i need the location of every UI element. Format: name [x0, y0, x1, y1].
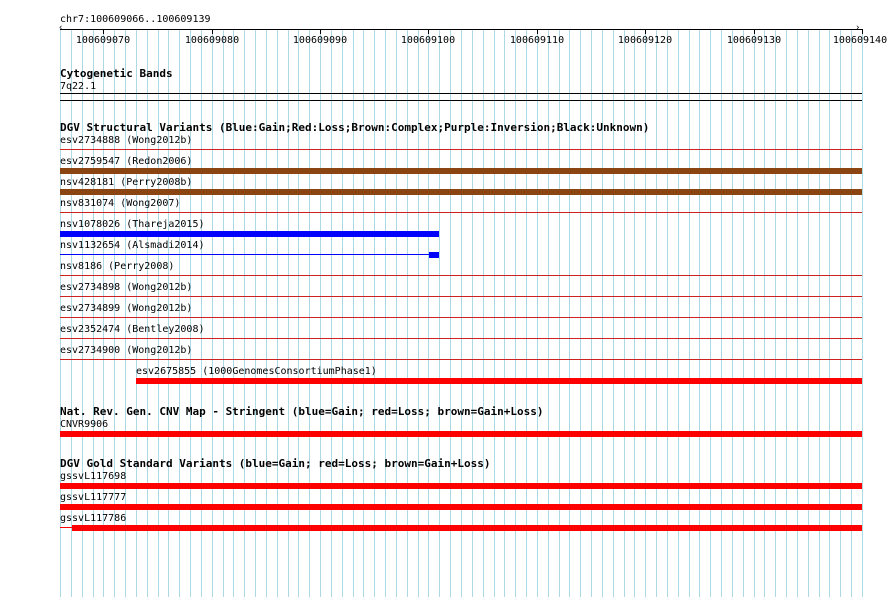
dgv-track-label[interactable]: nsv1078026 (Thareja2015) — [60, 219, 205, 230]
gold-bar-loss[interactable] — [72, 525, 862, 531]
ruler-tick — [862, 29, 863, 34]
ruler-tick-label: 100609100 — [400, 35, 456, 46]
dgv-track-label[interactable]: esv2734899 (Wong2012b) — [60, 303, 192, 314]
track-separator — [60, 296, 862, 297]
dgv-title: DGV Structural Variants (Blue:Gain;Red:L… — [60, 121, 650, 134]
ruler-axis — [60, 29, 862, 30]
dgv-track-label[interactable]: nsv1132654 (Alsmadi2014) — [60, 240, 205, 251]
ruler-tick — [212, 29, 213, 34]
dgv-track-label[interactable]: esv2675855 (1000GenomesConsortiumPhase1) — [136, 366, 377, 377]
track-separator — [60, 317, 862, 318]
gold-title: DGV Gold Standard Variants (blue=Gain; r… — [60, 457, 491, 470]
ruler-left-arrow-icon: ‹ — [58, 23, 64, 33]
ruler-tick — [645, 29, 646, 34]
gold-label[interactable]: gssvL117786 — [60, 513, 126, 524]
ruler-tick — [320, 29, 321, 34]
dgv-track-label[interactable]: esv2734898 (Wong2012b) — [60, 282, 192, 293]
track-separator — [60, 212, 862, 213]
ruler-tick-label: 100609120 — [617, 35, 673, 46]
ruler-tick — [103, 29, 104, 34]
dgv-track-label[interactable]: nsv428181 (Perry2008b) — [60, 177, 192, 188]
dgv-track-label[interactable]: esv2734888 (Wong2012b) — [60, 135, 192, 146]
dgv-track-label[interactable]: nsv8186 (Perry2008) — [60, 261, 174, 272]
cytoband-line-top — [60, 93, 862, 94]
ruler-tick-label: 100609090 — [292, 35, 348, 46]
track-separator — [60, 275, 862, 276]
track-separator — [60, 338, 862, 339]
cytoband-line-bottom — [60, 100, 862, 101]
gold-label[interactable]: gssvL117698 — [60, 471, 126, 482]
track-separator — [60, 359, 862, 360]
track-separator — [60, 149, 862, 150]
cnv-bar-loss[interactable] — [60, 431, 862, 437]
cnvmap-title: Nat. Rev. Gen. CNV Map - Stringent (blue… — [60, 405, 544, 418]
ruler-tick — [428, 29, 429, 34]
variant-line-gain[interactable] — [60, 254, 429, 255]
dgv-track-label[interactable]: esv2734900 (Wong2012b) — [60, 345, 192, 356]
ruler-tick-label: 100609130 — [726, 35, 782, 46]
gold-label[interactable]: gssvL117777 — [60, 492, 126, 503]
gold-line-loss[interactable] — [60, 527, 72, 528]
variant-bar-gain[interactable] — [429, 252, 439, 258]
ruler-tick — [754, 29, 755, 34]
gold-bar-loss[interactable] — [60, 504, 862, 510]
cytoband-label[interactable]: 7q22.1 — [60, 81, 96, 92]
dgv-track-label[interactable]: esv2352474 (Bentley2008) — [60, 324, 205, 335]
gold-bar-loss[interactable] — [60, 483, 862, 489]
ruler-tick-label: 100609070 — [75, 35, 131, 46]
ruler-tick-label: 100609140 — [832, 35, 888, 46]
ruler-tick-label: 100609110 — [509, 35, 565, 46]
dgv-track-label[interactable]: nsv831074 (Wong2007) — [60, 198, 180, 209]
ruler-tick-label: 100609080 — [184, 35, 240, 46]
ruler-tick — [537, 29, 538, 34]
dgv-track-label[interactable]: esv2759547 (Redon2006) — [60, 156, 192, 167]
variant-bar-gain[interactable] — [60, 231, 439, 237]
ruler-right-arrow-icon: › — [855, 23, 861, 33]
variant-bar-complex[interactable] — [60, 168, 862, 174]
ruler-location: chr7:100609066..100609139 — [60, 14, 211, 25]
variant-bar-loss[interactable] — [136, 378, 862, 384]
cnvmap-label[interactable]: CNVR9906 — [60, 419, 108, 430]
variant-bar-complex[interactable] — [60, 189, 862, 195]
cytoband-title: Cytogenetic Bands — [60, 67, 173, 80]
